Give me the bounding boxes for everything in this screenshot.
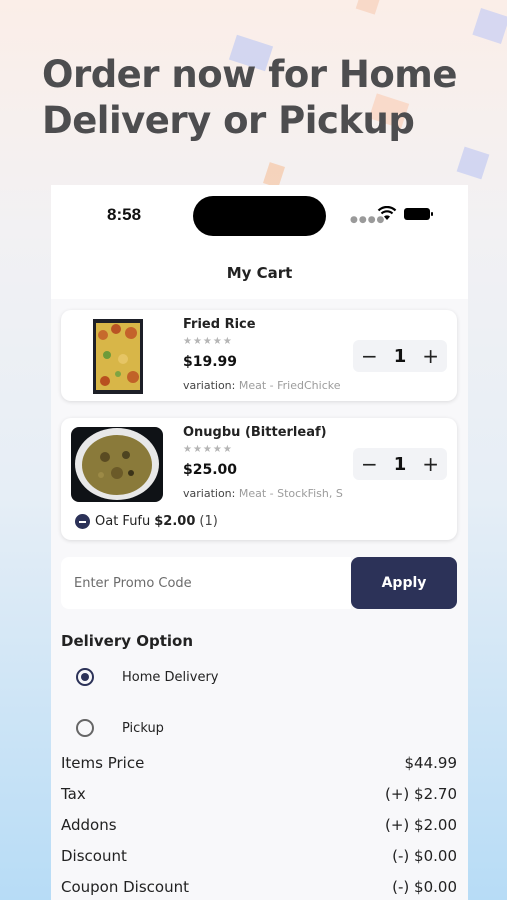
rating-stars: ★★★★★ bbox=[183, 336, 233, 347]
variation-value: Meat - FriedChicke bbox=[238, 379, 341, 392]
addon-price: $2.00 bbox=[154, 514, 196, 529]
summary-row-tax: Tax (+) $2.70 bbox=[61, 785, 457, 807]
increase-quantity-button[interactable]: + bbox=[422, 346, 439, 366]
item-name: Onugbu (Bitterleaf) bbox=[183, 425, 327, 440]
item-name: Fried Rice bbox=[183, 317, 256, 332]
radio-selected-icon[interactable] bbox=[76, 668, 94, 686]
variation-label: variation: bbox=[183, 487, 236, 500]
cart-item-card[interactable]: Fried Rice ★★★★★ $19.99 variation: Meat … bbox=[61, 310, 457, 401]
summary-label: Addons bbox=[61, 816, 117, 834]
item-price: $19.99 bbox=[183, 354, 238, 370]
promo-code-section: Apply bbox=[61, 557, 457, 609]
summary-value: (+) $2.70 bbox=[385, 785, 457, 803]
phone-screen: 8:58 ●●●● My Cart Fried Rice ★★★★★ $19.9… bbox=[51, 185, 468, 900]
variation-label: variation: bbox=[183, 379, 236, 392]
food-image-fried-rice bbox=[71, 319, 163, 394]
summary-row-discount: Discount (-) $0.00 bbox=[61, 847, 457, 869]
decrease-quantity-button[interactable]: − bbox=[361, 454, 378, 474]
dynamic-island bbox=[193, 196, 326, 236]
item-variation: variation: Meat - StockFish, S bbox=[183, 487, 363, 500]
radio-label: Home Delivery bbox=[122, 669, 219, 685]
radio-unselected-icon[interactable] bbox=[76, 719, 94, 737]
item-price: $25.00 bbox=[183, 462, 238, 478]
summary-value: (-) $0.00 bbox=[392, 847, 457, 865]
addon-count: (1) bbox=[199, 514, 218, 529]
confetti-shape bbox=[456, 146, 490, 180]
rating-stars: ★★★★★ bbox=[183, 444, 233, 455]
addon-name: Oat Fufu bbox=[95, 514, 151, 529]
summary-row-coupon-discount: Coupon Discount (-) $0.00 bbox=[61, 878, 457, 900]
summary-label: Tax bbox=[61, 785, 86, 803]
remove-addon-icon[interactable] bbox=[75, 514, 90, 529]
status-time: 8:58 bbox=[107, 205, 142, 224]
decrease-quantity-button[interactable]: − bbox=[361, 346, 378, 366]
cart-item-card[interactable]: Onugbu (Bitterleaf) ★★★★★ $25.00 variati… bbox=[61, 418, 457, 540]
page-title: My Cart bbox=[226, 264, 293, 282]
summary-value: (+) $2.00 bbox=[385, 816, 457, 834]
apply-button[interactable]: Apply bbox=[351, 557, 457, 609]
radio-label: Pickup bbox=[122, 720, 164, 736]
delivery-option-title: Delivery Option bbox=[61, 632, 194, 650]
food-image-onugbu bbox=[71, 427, 163, 502]
summary-value: (-) $0.00 bbox=[392, 878, 457, 896]
item-variation: variation: Meat - FriedChicke bbox=[183, 379, 363, 392]
variation-value: Meat - StockFish, S bbox=[238, 487, 343, 500]
quantity-value: 1 bbox=[393, 345, 407, 367]
promo-headline: Order now for Home Delivery or Pickup bbox=[42, 53, 457, 142]
summary-row-addons: Addons (+) $2.00 bbox=[61, 816, 457, 838]
increase-quantity-button[interactable]: + bbox=[422, 454, 439, 474]
summary-label: Coupon Discount bbox=[61, 878, 189, 896]
status-bar: 8:58 ●●●● bbox=[51, 185, 468, 249]
quantity-stepper[interactable]: − 1 + bbox=[353, 340, 447, 372]
delivery-option-pickup[interactable]: Pickup bbox=[76, 719, 164, 737]
confetti-shape bbox=[355, 0, 381, 15]
battery-icon bbox=[404, 208, 433, 220]
delivery-option-home[interactable]: Home Delivery bbox=[76, 668, 218, 686]
nav-bar: My Cart bbox=[51, 249, 468, 299]
quantity-value: 1 bbox=[393, 453, 407, 475]
summary-row-items-price: Items Price $44.99 bbox=[61, 754, 457, 776]
addon-row: Oat Fufu $2.00 (1) bbox=[75, 514, 218, 529]
quantity-stepper[interactable]: − 1 + bbox=[353, 448, 447, 480]
summary-label: Discount bbox=[61, 847, 127, 865]
summary-value: $44.99 bbox=[404, 754, 458, 772]
promo-code-input[interactable] bbox=[61, 557, 351, 609]
confetti-shape bbox=[472, 8, 507, 44]
wifi-icon bbox=[377, 206, 397, 220]
summary-label: Items Price bbox=[61, 754, 145, 772]
